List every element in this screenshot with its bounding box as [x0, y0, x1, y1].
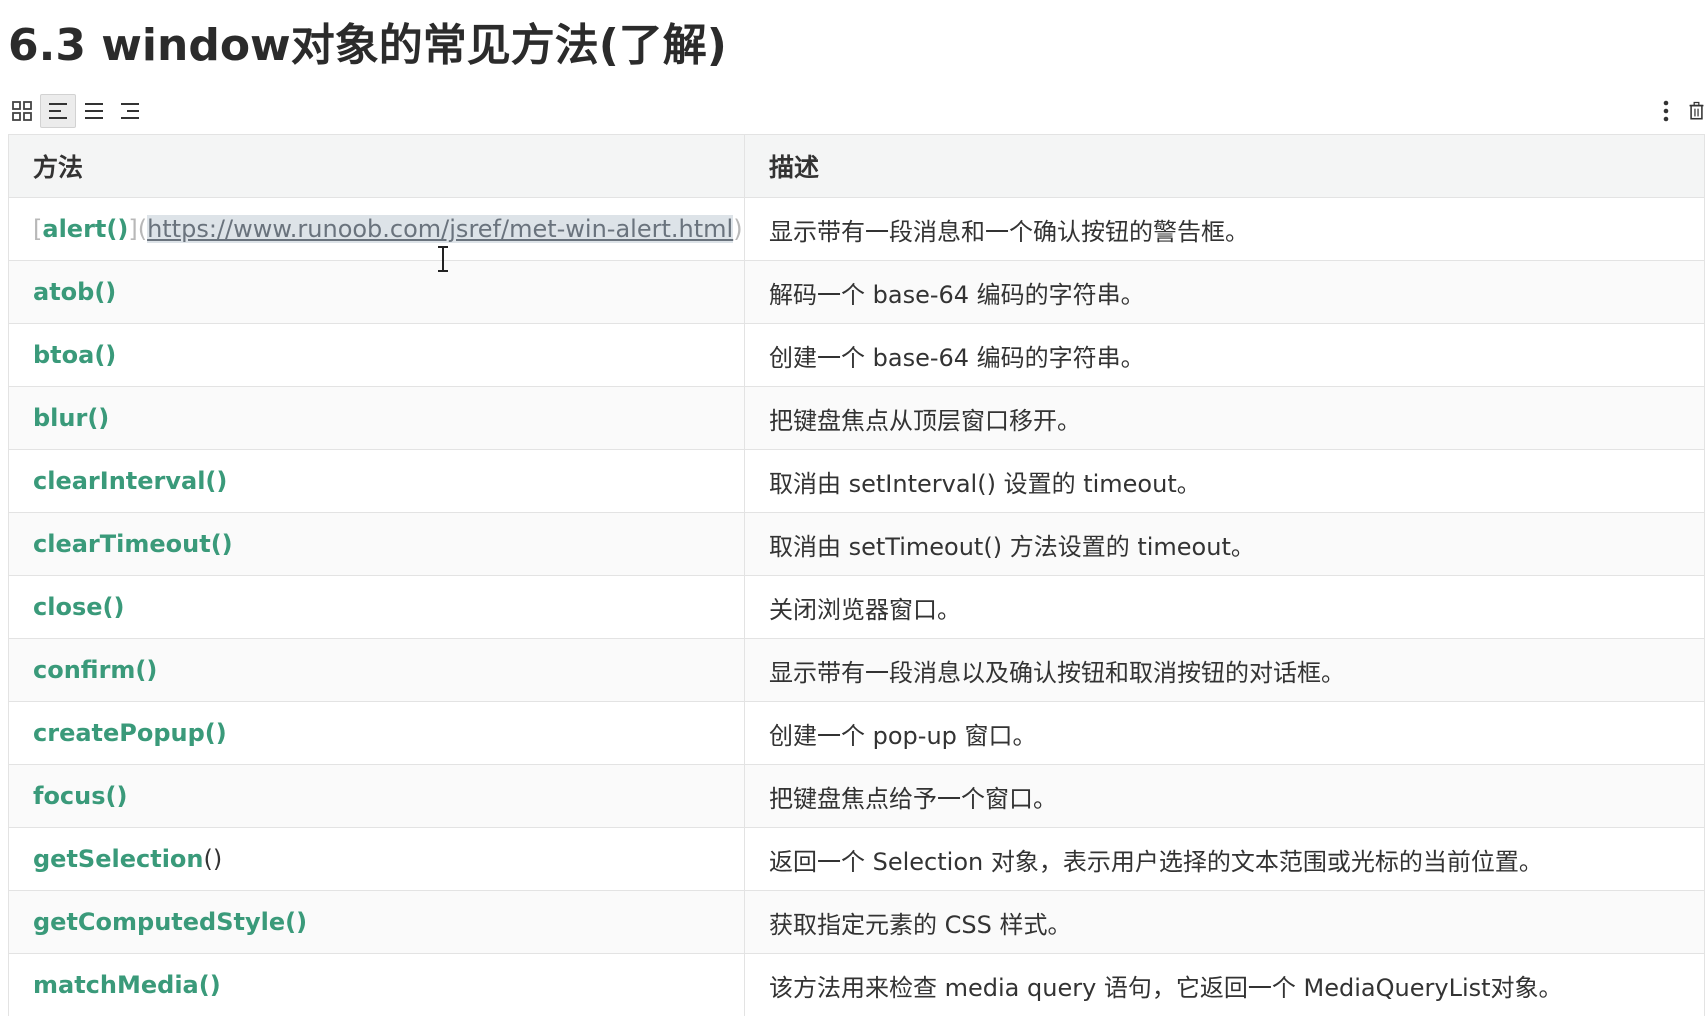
description-cell[interactable]: 获取指定元素的 CSS 样式。 — [744, 890, 1705, 954]
align-left-icon — [49, 103, 67, 119]
table-row: confirm() 显示带有一段消息以及确认按钮和取消按钮的对话框。 — [8, 638, 1705, 702]
method-cell[interactable]: close() — [8, 575, 745, 639]
method-link[interactable]: getComputedStyle() — [33, 908, 307, 936]
method-cell[interactable]: createPopup() — [8, 701, 745, 765]
delete-table-button[interactable] — [1688, 94, 1705, 128]
page-title: 6.3 window对象的常见方法(了解) — [8, 20, 727, 71]
table-row: getSelection() 返回一个 Selection 对象，表示用户选择的… — [8, 827, 1705, 891]
align-center-button[interactable] — [76, 94, 112, 128]
table-row: btoa() 创建一个 base-64 编码的字符串。 — [8, 323, 1705, 387]
more-options-button[interactable] — [1656, 94, 1676, 128]
grid-view-button[interactable] — [4, 94, 40, 128]
description-cell[interactable]: 创建一个 base-64 编码的字符串。 — [744, 323, 1705, 387]
method-link[interactable]: btoa() — [33, 341, 116, 369]
methods-table: 方法 描述 [alert()](https://www.runoob.com/j… — [8, 134, 1705, 1016]
table-row: [alert()](https://www.runoob.com/jsref/m… — [8, 197, 1705, 261]
description-cell[interactable]: 把键盘焦点从顶层窗口移开。 — [744, 386, 1705, 450]
method-link[interactable]: blur() — [33, 404, 109, 432]
table-row: blur() 把键盘焦点从顶层窗口移开。 — [8, 386, 1705, 450]
method-link[interactable]: createPopup() — [33, 719, 227, 747]
method-cell[interactable]: btoa() — [8, 323, 745, 387]
description-cell[interactable]: 返回一个 Selection 对象，表示用户选择的文本范围或光标的当前位置。 — [744, 827, 1705, 891]
header-description: 描述 — [744, 134, 1705, 198]
table-row: createPopup() 创建一个 pop-up 窗口。 — [8, 701, 1705, 765]
method-cell[interactable]: clearTimeout() — [8, 512, 745, 576]
editor-page: 6.3 window对象的常见方法(了解) 方法 描述 [alert()](ht… — [0, 0, 1705, 1016]
description-cell[interactable]: 关闭浏览器窗口。 — [744, 575, 1705, 639]
table-row: clearInterval() 取消由 setInterval() 设置的 ti… — [8, 449, 1705, 513]
method-link[interactable]: clearInterval() — [33, 467, 227, 495]
method-cell[interactable]: atob() — [8, 260, 745, 324]
header-method: 方法 — [8, 134, 745, 198]
grid-icon — [12, 101, 32, 121]
table-toolbar — [6, 94, 1705, 128]
table-row: close() 关闭浏览器窗口。 — [8, 575, 1705, 639]
description-cell[interactable]: 该方法用来检查 media query 语句，它返回一个 MediaQueryL… — [744, 953, 1705, 1016]
description-cell[interactable]: 显示带有一段消息以及确认按钮和取消按钮的对话框。 — [744, 638, 1705, 702]
description-cell[interactable]: 取消由 setInterval() 设置的 timeout。 — [744, 449, 1705, 513]
method-cell[interactable]: matchMedia() — [8, 953, 745, 1016]
method-link[interactable]: atob() — [33, 278, 116, 306]
method-cell[interactable]: [alert()](https://www.runoob.com/jsref/m… — [8, 197, 745, 261]
align-left-button[interactable] — [40, 94, 76, 128]
method-cell[interactable]: focus() — [8, 764, 745, 828]
table-body: [alert()](https://www.runoob.com/jsref/m… — [8, 197, 1705, 1016]
method-cell[interactable]: getSelection() — [8, 827, 745, 891]
markdown-bracket-mid: ]( — [128, 215, 148, 243]
method-link[interactable]: focus() — [33, 782, 127, 810]
method-cell[interactable]: clearInterval() — [8, 449, 745, 513]
delete-icon — [1689, 101, 1704, 120]
table-header-row: 方法 描述 — [8, 134, 1705, 198]
align-right-icon — [121, 103, 139, 119]
align-right-button[interactable] — [112, 94, 148, 128]
method-link[interactable]: alert() — [42, 215, 128, 243]
method-cell[interactable]: confirm() — [8, 638, 745, 702]
more-vertical-icon — [1663, 100, 1669, 122]
description-cell[interactable]: 解码一个 base-64 编码的字符串。 — [744, 260, 1705, 324]
method-link[interactable]: getSelection — [33, 845, 204, 873]
method-link[interactable]: matchMedia() — [33, 971, 221, 999]
method-link[interactable]: close() — [33, 593, 124, 621]
align-center-icon — [85, 103, 103, 119]
description-cell[interactable]: 显示带有一段消息和一个确认按钮的警告框。 — [744, 197, 1705, 261]
table-row: atob() 解码一个 base-64 编码的字符串。 — [8, 260, 1705, 324]
method-cell[interactable]: blur() — [8, 386, 745, 450]
table-row: focus() 把键盘焦点给予一个窗口。 — [8, 764, 1705, 828]
description-cell[interactable]: 创建一个 pop-up 窗口。 — [744, 701, 1705, 765]
table-row: getComputedStyle() 获取指定元素的 CSS 样式。 — [8, 890, 1705, 954]
table-row: clearTimeout() 取消由 setTimeout() 方法设置的 ti… — [8, 512, 1705, 576]
method-cell[interactable]: getComputedStyle() — [8, 890, 745, 954]
description-cell[interactable]: 把键盘焦点给予一个窗口。 — [744, 764, 1705, 828]
markdown-url[interactable]: https://www.runoob.com/jsref/met-win-ale… — [147, 215, 734, 243]
method-link[interactable]: confirm() — [33, 656, 157, 684]
method-parens: () — [203, 845, 223, 873]
text-cursor-icon — [438, 246, 448, 272]
table-row: matchMedia() 该方法用来检查 media query 语句，它返回一… — [8, 953, 1705, 1016]
method-link[interactable]: clearTimeout() — [33, 530, 233, 558]
markdown-bracket-open: [ — [33, 215, 43, 243]
markdown-bracket-close: ) — [733, 215, 743, 243]
description-cell[interactable]: 取消由 setTimeout() 方法设置的 timeout。 — [744, 512, 1705, 576]
